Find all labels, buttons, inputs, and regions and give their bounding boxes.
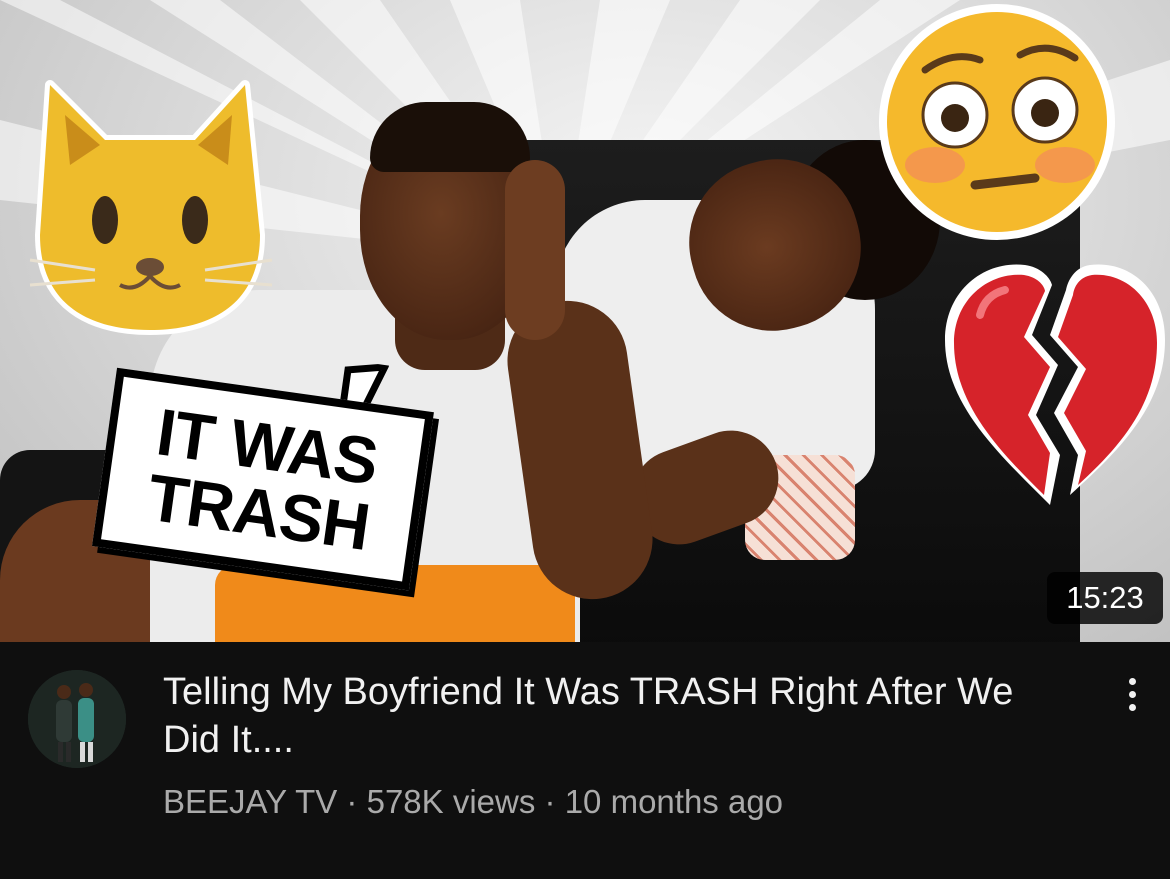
channel-avatar[interactable] [28, 670, 126, 768]
broken-heart-icon [945, 264, 1165, 505]
menu-dot [1128, 677, 1136, 685]
channel-name[interactable]: BEEJAY TV [163, 783, 337, 820]
video-thumbnail[interactable]: IT WAS TRASH 15:23 [0, 0, 1170, 642]
speech-bubble-text: IT WAS TRASH [130, 394, 396, 564]
person-left-hand [505, 160, 565, 340]
more-vertical-icon[interactable] [1112, 666, 1152, 722]
video-card[interactable]: IT WAS TRASH 15:23 Telling My Boyfriend … [0, 0, 1170, 879]
menu-dot [1128, 690, 1136, 698]
video-metadata: BEEJAY TV · 578K views · 10 months ago [163, 782, 1063, 822]
upload-age: 10 months ago [564, 783, 784, 820]
avatar-image [28, 670, 126, 768]
flushed-face-icon [879, 4, 1115, 240]
meta-separator: · [346, 783, 358, 820]
menu-dot [1128, 703, 1136, 711]
speech-bubble: IT WAS TRASH [91, 328, 450, 602]
meta-separator: · [544, 783, 556, 820]
video-duration-badge: 15:23 [1047, 572, 1163, 624]
person-left-hair [370, 102, 530, 172]
view-count: 578K views [366, 783, 536, 820]
cat-face-icon [29, 80, 273, 335]
video-title[interactable]: Telling My Boyfriend It Was TRASH Right … [163, 668, 1063, 764]
